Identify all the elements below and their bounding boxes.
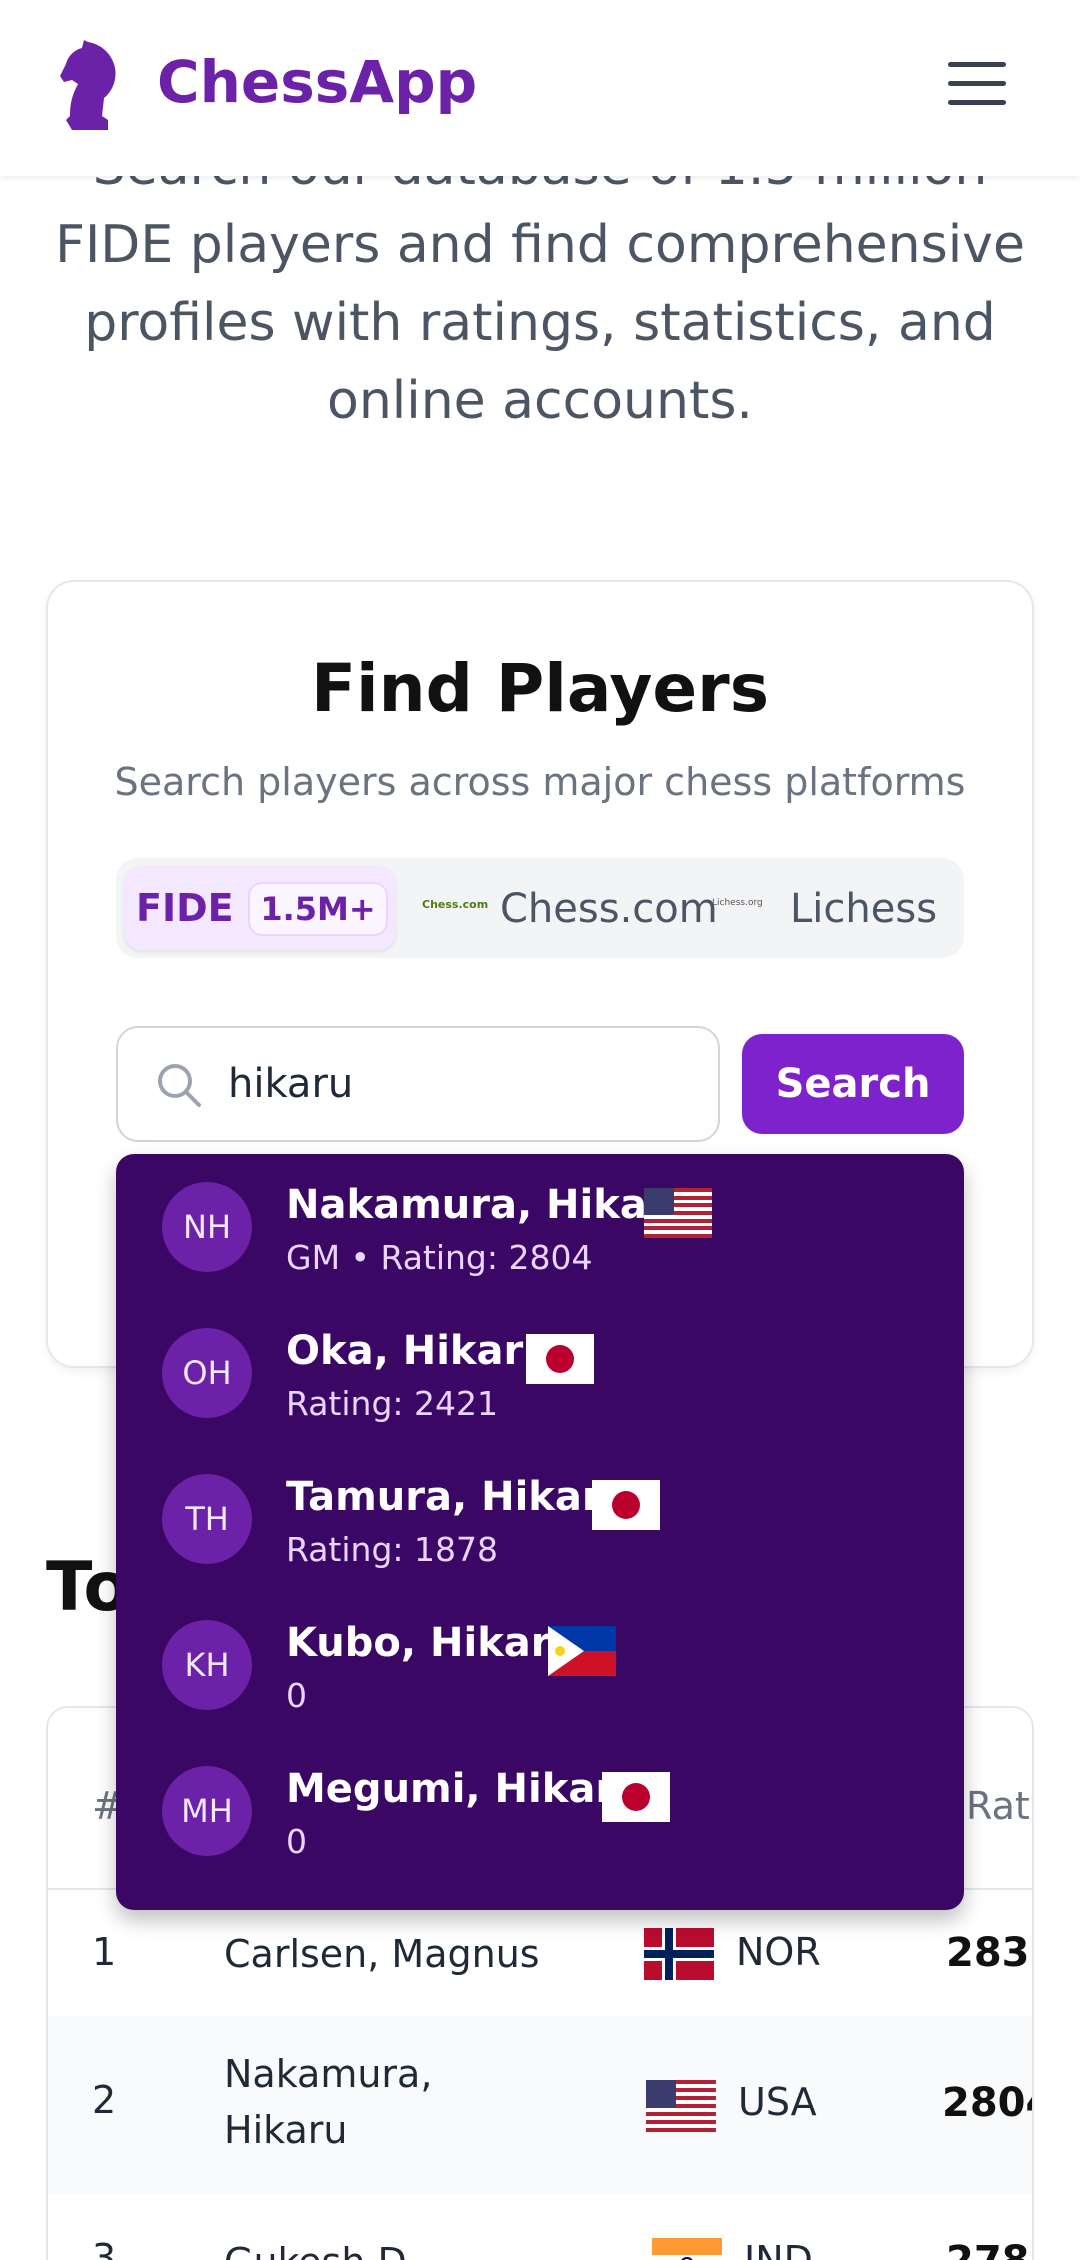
- row-rating: 2837: [946, 1930, 1032, 1976]
- card-subtitle: Search players across major chess platfo…: [114, 760, 966, 804]
- fide-count-badge: 1.5M+: [248, 882, 388, 936]
- us-flag-icon: [644, 1188, 712, 1238]
- row-rating: 2787: [946, 2238, 1032, 2260]
- suggestion-item[interactable]: NH Nakamura, Hikaru GM • Rating: 2804: [116, 1154, 964, 1300]
- hero-line: profiles with ratings, statistics, and: [84, 293, 996, 353]
- suggestion-item[interactable]: OH Oka, Hikaru Rating: 2421: [116, 1300, 964, 1446]
- chess-knight-icon[interactable]: [58, 40, 120, 132]
- search-field[interactable]: [116, 1026, 720, 1142]
- tab-fide[interactable]: FIDE 1.5M+: [124, 866, 396, 950]
- row-rating: 2804: [942, 2080, 1032, 2126]
- row-federation: USA: [738, 2080, 817, 2124]
- row-rank: 2: [92, 2078, 117, 2122]
- avatar: TH: [162, 1474, 252, 1564]
- row-rank: 3: [92, 2236, 117, 2260]
- table-row[interactable]: 3 Gukesh D IND 2787: [48, 2194, 1032, 2260]
- app-header: ChessApp: [0, 0, 1080, 176]
- search-icon: [158, 1064, 201, 1107]
- us-flag-icon: [646, 2080, 716, 2132]
- suggestion-name: Tamura, Hikaru: [286, 1474, 631, 1520]
- suggestion-item[interactable]: KH Kubo, Hikaru 0: [116, 1592, 964, 1738]
- avatar: OH: [162, 1328, 252, 1418]
- card-title: Find Players: [310, 650, 770, 727]
- brand-name[interactable]: ChessApp: [157, 48, 477, 116]
- table-row[interactable]: 2 Nakamura, Hikaru USA 2804: [48, 2016, 1032, 2194]
- tab-chesscom[interactable]: Chess.com: [500, 886, 718, 932]
- suggestion-item[interactable]: MH Megumi, Hikaru 0: [116, 1738, 964, 1884]
- row-name[interactable]: Gukesh D: [224, 2234, 484, 2260]
- avatar: KH: [162, 1620, 252, 1710]
- row-name[interactable]: Nakamura, Hikaru: [224, 2046, 484, 2158]
- row-name[interactable]: Carlsen, Magnus: [224, 1926, 644, 1982]
- ph-flag-icon: [548, 1626, 616, 1676]
- suggestion-meta: GM • Rating: 2804: [286, 1238, 593, 1277]
- avatar: MH: [162, 1766, 252, 1856]
- jp-flag-icon: [526, 1334, 594, 1384]
- hero-line: FIDE players and find comprehensive: [55, 215, 1025, 275]
- chesscom-logo-icon: Chess.com: [422, 898, 489, 911]
- suggestion-name: Nakamura, Hikaru: [286, 1182, 696, 1228]
- jp-flag-icon: [602, 1772, 670, 1822]
- row-federation: NOR: [736, 1930, 821, 1974]
- search-suggestions-dropdown: NH Nakamura, Hikaru GM • Rating: 2804 OH…: [116, 1154, 964, 1910]
- suggestion-name: Megumi, Hikaru: [286, 1766, 644, 1812]
- suggestion-meta: Rating: 1878: [286, 1530, 498, 1569]
- suggestion-name: Oka, Hikaru: [286, 1328, 552, 1374]
- tab-fide-label: FIDE: [136, 886, 234, 930]
- suggestion-name: Kubo, Hikaru: [286, 1620, 579, 1666]
- avatar: NH: [162, 1182, 252, 1272]
- suggestion-meta: Rating: 2421: [286, 1384, 498, 1423]
- hamburger-menu-icon[interactable]: [948, 62, 1006, 108]
- suggestion-meta: 0: [286, 1822, 307, 1861]
- suggestion-item[interactable]: TH Tamura, Hikaru Rating: 1878: [116, 1446, 964, 1592]
- platform-tabs: FIDE 1.5M+ Chess.com Chess.com Lichess.o…: [116, 858, 964, 958]
- row-federation: IND: [744, 2238, 813, 2260]
- suggestion-meta: 0: [286, 1676, 307, 1715]
- tab-lichess[interactable]: Lichess: [790, 886, 937, 932]
- search-input[interactable]: [228, 1052, 688, 1116]
- jp-flag-icon: [592, 1480, 660, 1530]
- row-rank: 1: [92, 1930, 117, 1974]
- column-rating: Rating: [966, 1784, 1032, 1828]
- no-flag-icon: [644, 1928, 714, 1980]
- search-button[interactable]: Search: [742, 1034, 964, 1134]
- in-flag-icon: [652, 2238, 722, 2260]
- lichess-logo-icon: Lichess.org: [712, 898, 763, 908]
- hero-line: online accounts.: [327, 371, 753, 431]
